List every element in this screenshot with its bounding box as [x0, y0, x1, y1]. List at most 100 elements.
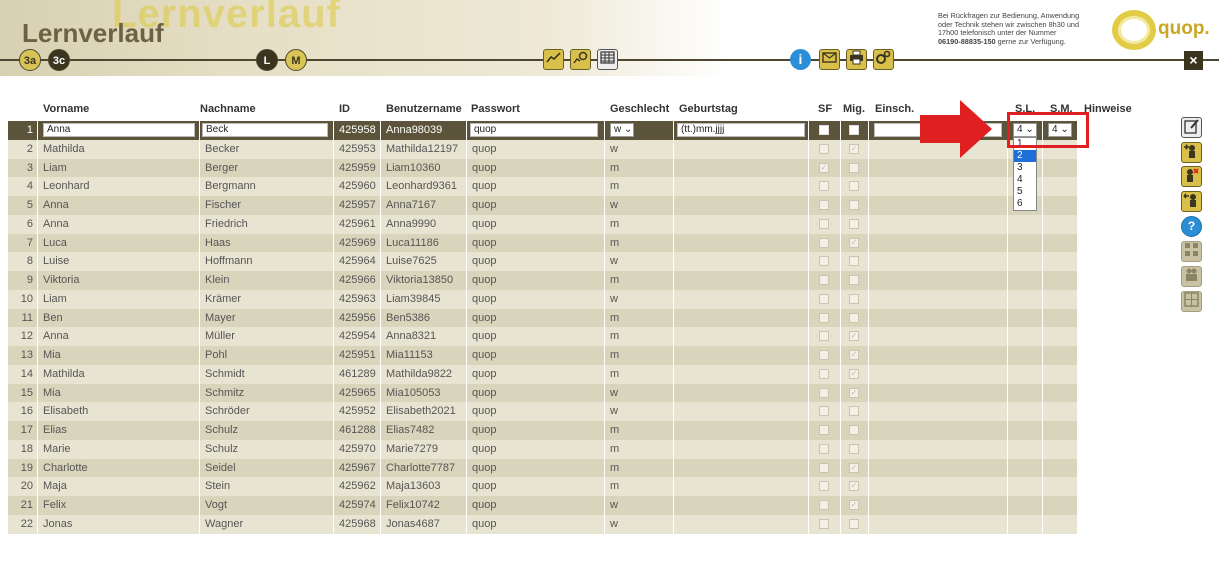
vorname-input[interactable]: Anna: [43, 123, 195, 137]
einsch-cell: [869, 308, 1008, 328]
help-icon[interactable]: ?: [1181, 216, 1202, 237]
mig-checkbox[interactable]: [849, 162, 859, 173]
dropdown-option[interactable]: 3: [1014, 162, 1036, 174]
nachname-input[interactable]: Beck: [202, 123, 328, 137]
mail-icon[interactable]: [819, 49, 840, 70]
mig-checkbox[interactable]: [849, 218, 859, 229]
sf-checkbox[interactable]: [819, 406, 829, 417]
grid-icon[interactable]: [1181, 241, 1202, 262]
mig-cell: ✓: [841, 383, 869, 403]
table-row[interactable]: 9 Viktoria Klein 425966 Viktoria13850 quop m: [8, 271, 1078, 290]
table-row[interactable]: 19 Charlotte Seidel 425967 Charlotte7787 quop…: [8, 458, 1078, 478]
sf-checkbox[interactable]: [819, 293, 829, 304]
group-icon[interactable]: [1181, 266, 1202, 287]
sf-checkbox[interactable]: [819, 500, 829, 510]
table-row[interactable]: 12 Anna Müller 425954 Anna8321 quop m ✓: [8, 327, 1078, 346]
table-row[interactable]: 20 Maja Stein 425962 Maja13603 quop m ✓: [8, 477, 1078, 496]
mig-checkbox[interactable]: ✓: [849, 331, 859, 342]
gears-icon[interactable]: [873, 49, 894, 70]
chart-icon[interactable]: [543, 49, 564, 70]
table-row[interactable]: 14 Mathilda Schmidt 461289 Mathilda9822 quop m…: [8, 364, 1078, 384]
mig-checkbox[interactable]: [849, 406, 859, 417]
print-icon[interactable]: [846, 49, 867, 70]
level-button-m[interactable]: M: [285, 49, 307, 71]
sf-checkbox[interactable]: [819, 275, 829, 285]
sf-checkbox[interactable]: [819, 425, 829, 435]
geburtstag-cell: [674, 177, 809, 196]
sf-checkbox[interactable]: [819, 462, 829, 473]
mig-checkbox[interactable]: ✓: [849, 462, 859, 473]
mig-checkbox[interactable]: ✓: [849, 237, 859, 248]
level-button-l[interactable]: L: [256, 49, 278, 71]
dropdown-option[interactable]: 5: [1014, 186, 1036, 198]
mig-checkbox[interactable]: [849, 256, 859, 267]
table-row[interactable]: 22 Jonas Wagner 425968 Jonas4687 quop w: [8, 514, 1078, 534]
sf-checkbox[interactable]: [819, 181, 829, 192]
table-row[interactable]: 18 Marie Schulz 425970 Marie7279 quop m: [8, 439, 1078, 459]
mig-checkbox[interactable]: [849, 181, 859, 192]
sf-checkbox[interactable]: [819, 481, 829, 492]
table-row-selected[interactable]: 1 Anna Beck 425958 Anna98039 quop w ⌄ (t…: [8, 121, 1078, 140]
sf-checkbox[interactable]: [819, 125, 829, 135]
mig-checkbox[interactable]: [849, 312, 859, 323]
mig-checkbox[interactable]: ✓: [849, 350, 859, 360]
class-button-3a[interactable]: 3a: [19, 49, 41, 71]
mig-checkbox[interactable]: [849, 518, 859, 529]
close-button[interactable]: ×: [1184, 51, 1203, 70]
col-vorname: Vorname: [43, 103, 90, 115]
table-row[interactable]: 6 Anna Friedrich 425961 Anna9990 quop m: [8, 214, 1078, 234]
sf-checkbox[interactable]: [819, 350, 829, 360]
passwort-input[interactable]: quop: [470, 123, 598, 137]
sf-checkbox[interactable]: [819, 256, 829, 267]
sf-checkbox[interactable]: [819, 218, 829, 229]
group-grid-icon[interactable]: [1181, 291, 1202, 312]
info-icon[interactable]: i: [790, 49, 811, 70]
table-row[interactable]: 21 Felix Vogt 425974 Felix10742 quop w ✓: [8, 496, 1078, 515]
table-row[interactable]: 16 Elisabeth Schröder 425952 Elisabeth2021 qu…: [8, 402, 1078, 421]
geschlecht-select[interactable]: w ⌄: [610, 123, 634, 137]
table-row[interactable]: 2 Mathilda Becker 425953 Mathilda12197 quop w ✓: [8, 139, 1078, 159]
table-row[interactable]: 17 Elias Schulz 461288 Elias7482 quop m: [8, 421, 1078, 440]
mig-checkbox[interactable]: [849, 125, 859, 135]
mig-checkbox[interactable]: ✓: [849, 481, 859, 492]
sf-checkbox[interactable]: [819, 200, 829, 210]
sf-checkbox[interactable]: [819, 312, 829, 323]
table-row[interactable]: 4 Leonhard Bergmann 425960 Leonhard9361 quop m: [8, 177, 1078, 196]
mig-checkbox[interactable]: [849, 425, 859, 435]
sf-checkbox[interactable]: [819, 443, 829, 454]
dropdown-option[interactable]: 6: [1014, 198, 1036, 210]
sf-checkbox[interactable]: [819, 387, 829, 398]
settings-chart-icon[interactable]: [570, 49, 591, 70]
sf-checkbox[interactable]: [819, 237, 829, 248]
table-row[interactable]: 10 Liam Krämer 425963 Liam39845 quop w: [8, 289, 1078, 309]
calendar-table-icon[interactable]: [597, 49, 618, 70]
table-row[interactable]: 5 Anna Fischer 425957 Anna7167 quop w: [8, 196, 1078, 215]
geburtstag-input[interactable]: (tt.)mm.jjjj: [677, 123, 805, 137]
mig-checkbox[interactable]: [849, 200, 859, 210]
remove-student-icon[interactable]: [1181, 166, 1202, 187]
sf-checkbox[interactable]: ✓: [819, 162, 829, 173]
table-row[interactable]: 11 Ben Mayer 425956 Ben5386 quop m: [8, 308, 1078, 328]
table-row[interactable]: 15 Mia Schmitz 425965 Mia105053 quop w ✓: [8, 383, 1078, 403]
table-row[interactable]: 3 Liam Berger 425959 Liam10360 quop m ✓: [8, 158, 1078, 178]
dropdown-option[interactable]: 2: [1014, 150, 1036, 162]
mig-checkbox[interactable]: ✓: [849, 387, 859, 398]
mig-checkbox[interactable]: [849, 293, 859, 304]
move-student-icon[interactable]: [1181, 191, 1202, 212]
dropdown-option[interactable]: 4: [1014, 174, 1036, 186]
mig-checkbox[interactable]: ✓: [849, 500, 859, 510]
table-row[interactable]: 13 Mia Pohl 425951 Mia11153 quop m ✓: [8, 346, 1078, 365]
sf-checkbox[interactable]: [819, 518, 829, 529]
sf-checkbox[interactable]: [819, 143, 829, 154]
sf-checkbox[interactable]: [819, 368, 829, 379]
add-student-icon[interactable]: [1181, 142, 1202, 163]
mig-checkbox[interactable]: ✓: [849, 368, 859, 379]
mig-checkbox[interactable]: [849, 443, 859, 454]
mig-checkbox[interactable]: [849, 275, 859, 285]
mig-checkbox[interactable]: ✓: [849, 143, 859, 154]
edit-list-icon[interactable]: [1181, 117, 1202, 138]
sf-checkbox[interactable]: [819, 331, 829, 342]
table-row[interactable]: 8 Luise Hoffmann 425964 Luise7625 quop w: [8, 252, 1078, 271]
table-row[interactable]: 7 Luca Haas 425969 Luca11186 quop m ✓: [8, 233, 1078, 253]
class-button-3c[interactable]: 3c: [48, 49, 70, 71]
